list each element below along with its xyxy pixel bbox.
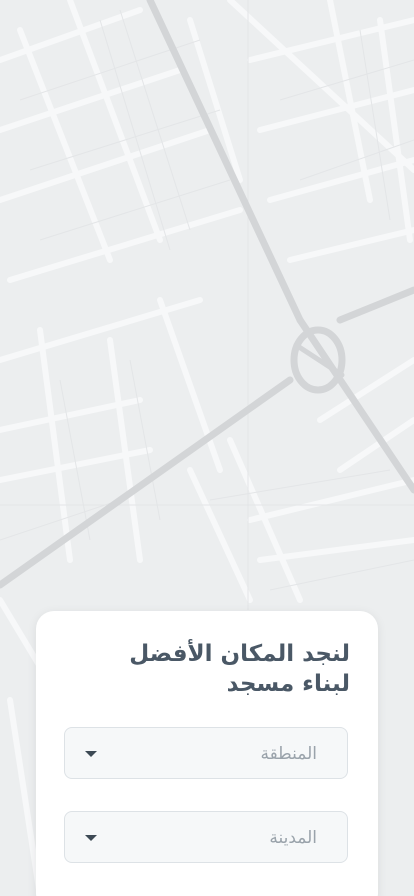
card-title-line-2: لبناء مسجد [226,671,350,697]
card-title-line-1: لنجد المكان الأفضل [129,641,350,667]
caret-down-icon [85,835,97,841]
caret-down-icon [85,751,97,757]
card-title: لنجد المكان الأفضل لبناء مسجد [60,639,350,699]
app-screen: لنجد المكان الأفضل لبناء مسجد المنطقة ال… [0,0,414,896]
city-placeholder: المدينة [269,828,317,848]
search-card: لنجد المكان الأفضل لبناء مسجد المنطقة ال… [36,611,378,896]
region-placeholder: المنطقة [260,744,317,764]
region-dropdown[interactable]: المنطقة [64,727,348,779]
city-dropdown[interactable]: المدينة [64,811,348,863]
